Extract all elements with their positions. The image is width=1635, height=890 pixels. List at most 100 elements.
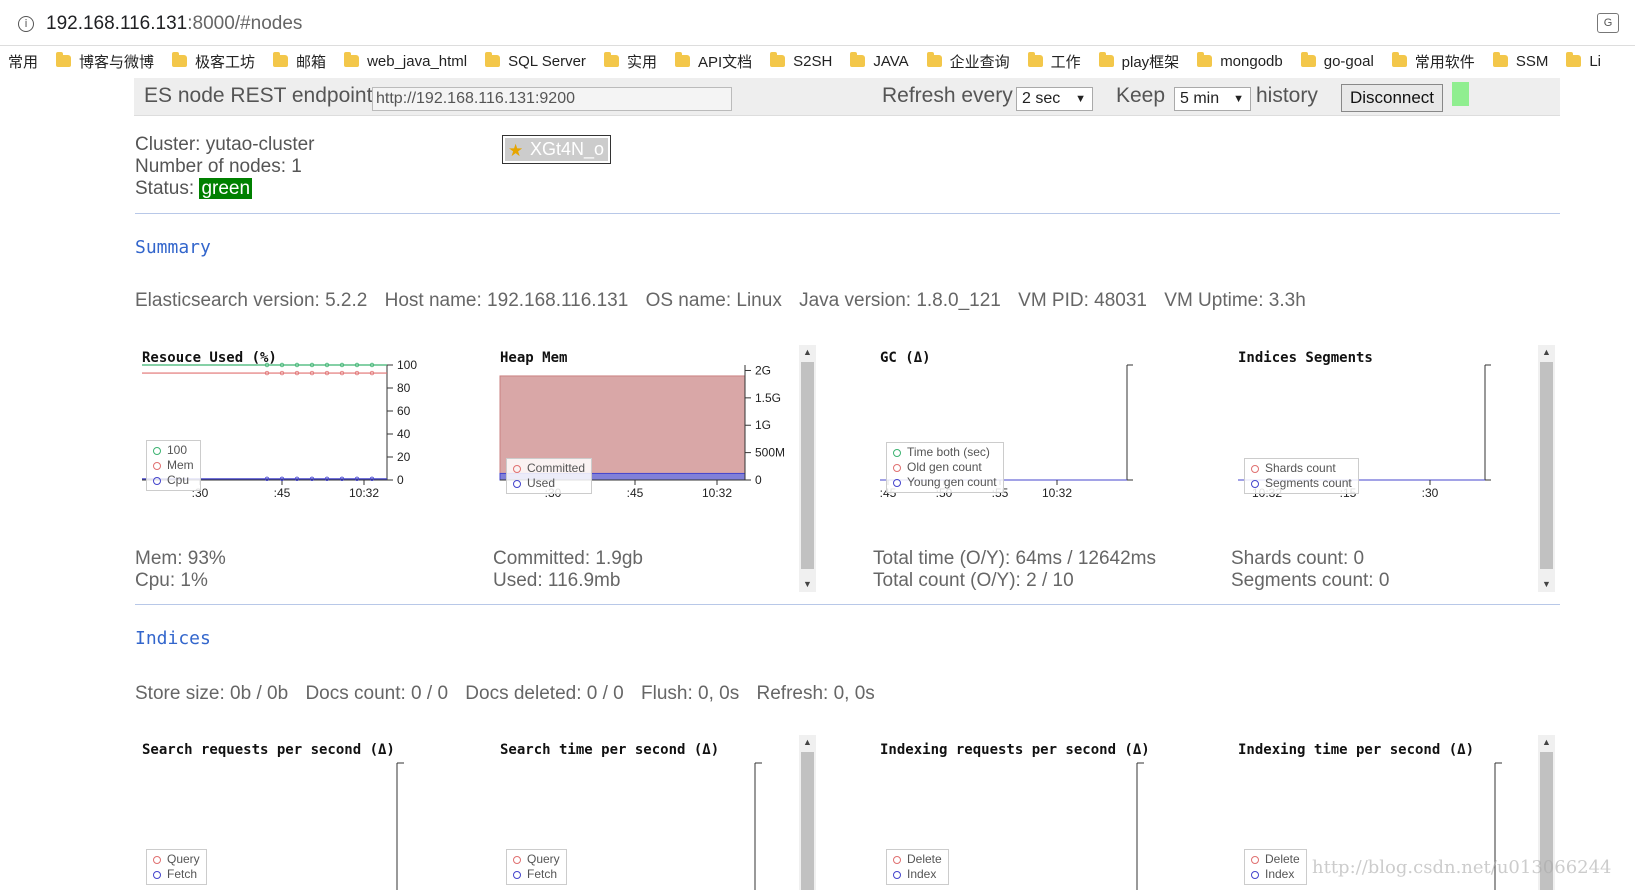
legend-label: Fetch xyxy=(527,867,558,881)
bookmark-item[interactable]: SQL Server xyxy=(485,52,586,70)
indexing-requests-legend: Delete Index xyxy=(886,849,949,885)
translate-icon[interactable]: G xyxy=(1597,13,1619,33)
indexing-time-chart-title: Indexing time per second (Δ) xyxy=(1238,742,1475,758)
used-stat: Used: 116.9mb xyxy=(493,570,621,591)
folder-icon xyxy=(1098,52,1114,67)
summary-scrollbar-right[interactable]: ▲ ▼ xyxy=(1538,345,1555,592)
y-tick-label: 500M xyxy=(755,446,785,460)
refresh-stat: Refresh: 0, 0s xyxy=(756,683,875,704)
folder-icon xyxy=(926,52,942,67)
bookmark-label: JAVA xyxy=(873,52,909,70)
bookmark-item[interactable]: web_java_html xyxy=(344,52,468,70)
scroll-down-icon[interactable]: ▼ xyxy=(1538,577,1555,592)
legend-label: Committed xyxy=(527,461,586,475)
y-tick-label: 0 xyxy=(755,473,762,487)
summary-info: Elasticsearch version: 5.2.2 Host name: … xyxy=(135,290,1318,312)
cluster-info: Cluster: yutao-cluster Number of nodes: … xyxy=(135,134,315,200)
heap-chart-title: Heap Mem xyxy=(500,350,568,366)
keep-value: 5 min xyxy=(1180,90,1220,107)
bookmark-item[interactable]: Li xyxy=(1566,52,1601,70)
info-icon[interactable]: i xyxy=(18,16,34,32)
bookmark-label: 博客与微博 xyxy=(79,53,155,71)
legend-label: Segments count xyxy=(1265,476,1352,490)
watermark: http://blog.csdn.net/u013066244 xyxy=(1312,857,1612,878)
legend-dot xyxy=(153,856,161,864)
gc-count-stat: Total count (O/Y): 2 / 10 xyxy=(873,570,1074,591)
y-tick-label: 100 xyxy=(397,358,417,372)
legend-label: Old gen count xyxy=(907,460,982,474)
indices-scrollbar-left[interactable]: ▲ xyxy=(799,735,816,890)
keep-select[interactable]: 5 min ▼ xyxy=(1174,87,1251,111)
bookmark-item[interactable]: 博客与微博 xyxy=(56,51,154,72)
summary-scrollbar-left[interactable]: ▲ ▼ xyxy=(799,345,816,592)
legend-dot xyxy=(513,856,521,864)
bookmark-item[interactable]: 常用软件 xyxy=(1391,51,1475,72)
chevron-down-icon: ▼ xyxy=(1075,93,1086,105)
legend-label: Shards count xyxy=(1265,461,1336,475)
bookmark-item[interactable]: JAVA xyxy=(850,52,909,70)
node-button[interactable]: ★ XGt4N_o xyxy=(502,135,611,164)
bookmark-item[interactable]: 极客工坊 xyxy=(172,51,255,72)
x-tick-label: 10:32 xyxy=(349,486,379,500)
scroll-down-icon[interactable]: ▼ xyxy=(799,577,816,592)
bookmark-label: S2SH xyxy=(793,52,833,70)
scroll-up-icon[interactable]: ▲ xyxy=(1538,735,1555,750)
bookmark-item[interactable]: 企业查询 xyxy=(926,51,1010,72)
y-tick-label: 40 xyxy=(397,427,411,441)
legend-label: Delete xyxy=(907,852,942,866)
bookmark-item[interactable]: play框架 xyxy=(1098,51,1179,72)
x-tick-label: :45 xyxy=(627,486,644,500)
search-time-chart-title: Search time per second (Δ) xyxy=(500,742,720,758)
disconnect-button[interactable]: Disconnect xyxy=(1341,84,1443,112)
bookmark-item[interactable]: 常用 xyxy=(8,51,38,72)
legend-label: Fetch xyxy=(167,867,198,881)
indices-title: Indices xyxy=(135,628,211,649)
legend-dot xyxy=(1251,856,1259,864)
scroll-up-icon[interactable]: ▲ xyxy=(1538,345,1555,360)
url-field[interactable]: i 192.168.116.131:8000/#nodes xyxy=(18,10,302,38)
legend-dot xyxy=(513,465,521,473)
folder-icon xyxy=(850,52,866,67)
refresh-value: 2 sec xyxy=(1022,90,1061,107)
legend-dot xyxy=(513,480,521,488)
legend-label: Young gen count xyxy=(907,475,997,489)
chevron-down-icon: ▼ xyxy=(1233,93,1244,105)
y-tick-label: 20 xyxy=(397,450,411,464)
bookmark-item[interactable]: 工作 xyxy=(1027,51,1081,72)
bookmark-item[interactable]: 实用 xyxy=(603,51,657,72)
resource-chart-title: Resouce Used (%) xyxy=(142,350,277,366)
bookmark-item[interactable]: API文档 xyxy=(674,51,753,72)
endpoint-input[interactable]: http://192.168.116.131:9200 xyxy=(372,87,732,111)
bookmark-label: 常用软件 xyxy=(1414,53,1475,71)
bookmark-item[interactable]: SSM xyxy=(1492,52,1548,70)
indices-info: Store size: 0b / 0b Docs count: 0 / 0 Do… xyxy=(135,683,887,705)
legend-dot xyxy=(893,464,901,472)
folder-icon xyxy=(485,52,501,67)
legend-label: Cpu xyxy=(167,473,190,487)
bookmark-item[interactable]: go-goal xyxy=(1300,52,1374,70)
scroll-up-icon[interactable]: ▲ xyxy=(799,345,816,360)
heap-legend: Committed Used xyxy=(506,458,593,494)
x-tick-label: 10:32 xyxy=(1042,486,1072,500)
legend-dot xyxy=(1251,871,1259,879)
bookmark-item[interactable]: S2SH xyxy=(770,52,833,70)
refresh-select[interactable]: 2 sec ▼ xyxy=(1016,87,1093,111)
bookmarks-bar: 常用 博客与微博 极客工坊 邮箱 web_java_html SQL Serve… xyxy=(0,46,1635,76)
url-host: 192.168.116.131 xyxy=(46,13,188,34)
gc-chart-title: GC (Δ) xyxy=(880,350,931,366)
segments-stats: Shards count: 0 Segments count: 0 xyxy=(1231,548,1389,592)
scroll-up-icon[interactable]: ▲ xyxy=(799,735,816,750)
address-bar[interactable]: i 192.168.116.131:8000/#nodes G xyxy=(0,0,1635,46)
legend-dot xyxy=(893,856,901,864)
bookmark-label: web_java_html xyxy=(367,52,468,70)
bookmark-label: API文档 xyxy=(697,53,753,71)
legend-dot xyxy=(513,871,521,879)
scroll-thumb[interactable] xyxy=(801,752,814,890)
scroll-thumb[interactable] xyxy=(801,362,814,569)
divider xyxy=(135,213,1560,214)
segments-stat: Segments count: 0 xyxy=(1231,570,1390,591)
bookmark-item[interactable]: mongodb xyxy=(1197,52,1283,70)
bookmark-item[interactable]: 邮箱 xyxy=(273,51,326,72)
scroll-thumb[interactable] xyxy=(1540,362,1553,569)
bookmark-label: 常用 xyxy=(8,53,39,71)
